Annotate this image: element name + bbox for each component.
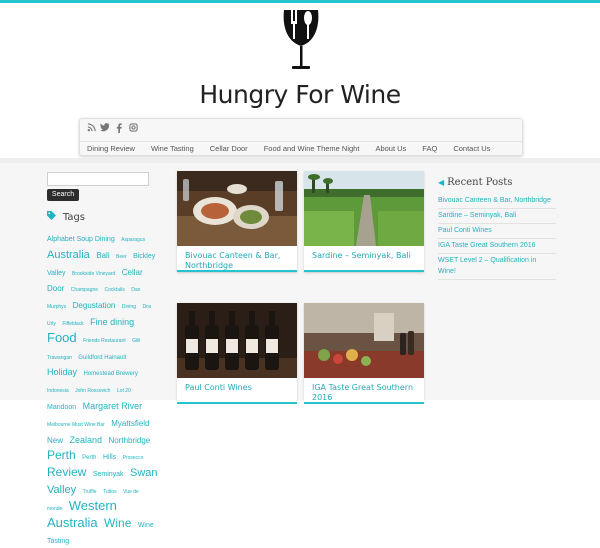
nav-item-cellar-door[interactable]: Cellar Door [202,142,256,156]
tag-link[interactable]: Wine [104,516,131,530]
search-button[interactable]: Search [47,189,79,201]
post-card[interactable]: Bivouac Canteen & Bar, Northbridge [177,171,297,272]
tag-link[interactable]: Perth [47,448,76,462]
tag-icon [47,211,59,223]
nav-item-wine-tasting[interactable]: Wine Tasting [143,142,202,156]
tag-link[interactable]: Review [47,465,86,479]
post-thumbnail-ricefield[interactable] [304,171,424,246]
tag-link[interactable]: Western [69,498,117,513]
nav-item-food-wine-theme-night[interactable]: Food and Wine Theme Night [256,142,368,156]
tag-cloud: Alphabet Soup Dining Asparagus Australia… [47,229,162,548]
tag-link[interactable]: Degustation [73,301,116,310]
tag-link[interactable]: Australia [47,249,90,261]
tag-link[interactable]: Truffle [83,489,97,495]
tag-link[interactable]: John Rossovich [75,388,110,394]
tag-link[interactable]: Northbridge [108,436,150,445]
social-icons [86,123,138,135]
nav-item-about-us[interactable]: About Us [367,142,414,156]
post-caption: Sardine – Seminyak, Bali [304,246,424,272]
tag-link[interactable]: Seminyak [93,471,124,478]
tag-link[interactable]: Fine dining [90,317,134,327]
post-thumbnail-market[interactable] [304,303,424,378]
nav-menu: Dining Review Wine Tasting Cellar Door F… [80,141,522,156]
tag-link[interactable]: Wine [138,522,154,529]
tag-link[interactable]: Asparagus [121,237,145,243]
tag-link[interactable]: Indonesia [47,388,69,394]
nav-item-dining-review[interactable]: Dining Review [80,142,143,156]
post-thumbnail-dining[interactable] [177,171,297,246]
recent-posts-heading: ◀ Recent Posts [438,177,512,188]
post-caption: Paul Conti Wines [177,378,297,404]
tag-link[interactable]: Holiday [47,367,77,377]
wine-glass-logo-icon[interactable] [276,6,326,76]
tags-heading: Tags [47,211,85,223]
tag-link[interactable]: Champagne [71,287,98,293]
tag-link[interactable]: Dining [122,304,136,310]
tag-link[interactable]: Beer [116,254,127,260]
instagram-icon[interactable] [128,123,138,133]
tag-link[interactable]: Prosecco [123,455,144,461]
facebook-icon[interactable] [114,123,124,133]
tag-link[interactable]: Friends Restaurant [83,338,126,344]
tag-link[interactable]: Perth [82,455,96,461]
tag-link[interactable]: Myattsfield [111,419,149,428]
rss-icon[interactable] [86,123,96,133]
post-title[interactable]: Bivouac Canteen & Bar, Northbridge [185,251,293,271]
site-title[interactable]: Hungry For Wine [150,80,450,109]
tag-link[interactable]: Alphabet Soup Dining [47,236,115,243]
post-thumbnail-bottles[interactable] [177,303,297,378]
post-caption: Bivouac Canteen & Bar, Northbridge [177,246,297,272]
tag-link[interactable]: Australia [47,515,98,530]
post-card[interactable]: Sardine – Seminyak, Bali [304,171,424,272]
tag-link[interactable]: Melbourne Must Wine Bar [47,422,105,428]
tag-link[interactable]: Lot 20 [117,388,131,394]
tag-link[interactable]: Hills [103,454,116,461]
tag-link[interactable]: Tuttos [103,489,117,495]
recent-post-item[interactable]: Sardine – Seminyak, Bali [438,209,556,224]
caret-right-icon: ◀ [438,178,445,187]
tag-link[interactable]: Food [47,330,77,345]
tag-link[interactable]: Cocktails [105,287,125,293]
tag-link[interactable]: monde [47,506,62,512]
nav-item-contact-us[interactable]: Contact Us [445,142,498,156]
tag-link[interactable]: Mandoon [47,404,76,411]
recent-post-item[interactable]: Bivouac Canteen & Bar, Northbridge [438,194,556,209]
tag-link[interactable]: Tasting [47,538,69,545]
tag-link[interactable]: Homestead Brewery [83,371,137,377]
post-card[interactable]: Paul Conti Wines [177,303,297,404]
tag-link[interactable]: Guildford Hainault [78,355,126,361]
tag-link[interactable]: Brookside Vineyard [72,271,115,277]
tag-link[interactable]: Margaret River [83,401,143,411]
search-input[interactable] [47,172,149,186]
recent-post-item[interactable]: Paul Conti Wines [438,224,556,239]
post-title[interactable]: Paul Conti Wines [185,383,293,393]
tags-heading-label: Tags [62,212,86,223]
tag-link[interactable]: Vue de [123,489,139,495]
nav-item-faq[interactable]: FAQ [414,142,445,156]
recent-post-item[interactable]: WSET Level 2 – Qualification in Wine! [438,254,556,280]
recent-posts-list: Bivouac Canteen & Bar, Northbridge Sardi… [438,194,556,280]
post-title[interactable]: IGA Taste Great Southern 2016 [312,383,420,403]
recent-post-item[interactable]: IGA Taste Great Southern 2016 [438,239,556,254]
post-card[interactable]: IGA Taste Great Southern 2016 [304,303,424,404]
post-title[interactable]: Sardine – Seminyak, Bali [312,251,420,261]
tag-link[interactable]: Zealand [69,435,102,445]
recent-posts-heading-label: Recent Posts [447,177,513,188]
top-accent-bar [0,0,600,3]
post-caption: IGA Taste Great Southern 2016 [304,378,424,404]
main-navigation: Dining Review Wine Tasting Cellar Door F… [79,118,523,156]
tag-link[interactable]: Fiffeldack [62,321,83,327]
twitter-icon[interactable] [100,123,110,133]
tag-link[interactable]: New [47,436,63,445]
tag-link[interactable]: Bali [96,251,109,260]
